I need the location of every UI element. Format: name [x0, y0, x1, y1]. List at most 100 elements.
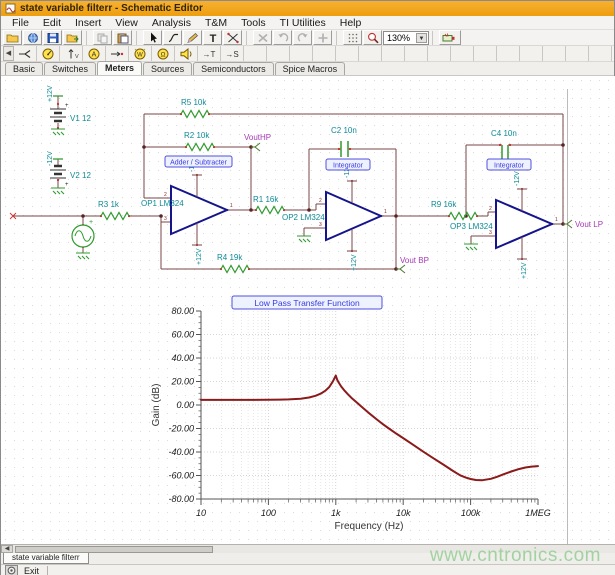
- schematic-editor-window: state variable filterr - Schematic Edito…: [0, 0, 615, 575]
- label-rail-pos: +12V: [47, 85, 54, 102]
- paste-button[interactable]: [113, 30, 132, 45]
- menu-file[interactable]: File: [5, 17, 36, 29]
- tab-switches[interactable]: Switches: [44, 62, 96, 75]
- label-rail-neg: -12V: [47, 151, 54, 166]
- ground-symbols: [51, 129, 478, 259]
- svg-text:2: 2: [489, 206, 492, 212]
- menu-help[interactable]: Help: [333, 17, 369, 29]
- menu-tm[interactable]: T&M: [198, 17, 234, 29]
- transfer-s-button[interactable]: →S: [221, 46, 244, 61]
- draw-tool-button[interactable]: [183, 30, 202, 45]
- voltage-arrow-button[interactable]: V: [60, 46, 83, 61]
- label-vouthp: VoutHP: [244, 133, 271, 142]
- ohmmeter-button[interactable]: Ω: [152, 46, 175, 61]
- resistor-r3: [101, 213, 129, 220]
- voltage-pin-button[interactable]: [14, 46, 37, 61]
- menu-tools[interactable]: Tools: [234, 17, 273, 29]
- menu-insert[interactable]: Insert: [68, 17, 108, 29]
- wattmeter-button[interactable]: W: [129, 46, 152, 61]
- tab-spice-macros[interactable]: Spice Macros: [275, 62, 346, 75]
- svg-text:20.00: 20.00: [170, 377, 194, 387]
- resistor-r4: [221, 266, 249, 273]
- taskbar-app-icon[interactable]: [5, 565, 18, 575]
- terminal-dots: [57, 103, 553, 270]
- opamp-triangles[interactable]: [171, 186, 552, 248]
- tab-semiconductors[interactable]: Semiconductors: [193, 62, 274, 75]
- menu-view[interactable]: View: [108, 17, 145, 29]
- ammeter-button[interactable]: A: [83, 46, 106, 61]
- component-toolbar: ◀ V A W Ω →T →S: [1, 46, 614, 62]
- main-toolbar: T 130% ▼: [1, 30, 614, 46]
- wire-tool-button[interactable]: [163, 30, 182, 45]
- tab-meters[interactable]: Meters: [97, 61, 142, 75]
- resistors[interactable]: [101, 111, 477, 273]
- select-arrow-icon: [146, 32, 160, 44]
- scroll-left-arrow-icon[interactable]: ◀: [1, 545, 13, 553]
- select-tool-button[interactable]: [143, 30, 162, 45]
- window-title: state variable filterr - Schematic Edito…: [20, 3, 203, 14]
- svg-text:V: V: [75, 54, 79, 60]
- export-button[interactable]: [63, 30, 82, 45]
- open-button[interactable]: [3, 30, 22, 45]
- loudspeaker-button[interactable]: [175, 46, 198, 61]
- grid-icon: [346, 32, 360, 44]
- schematic-drawing[interactable]: + + +: [10, 85, 603, 279]
- tab-basic[interactable]: Basic: [5, 62, 43, 75]
- svg-text:1k: 1k: [331, 508, 341, 518]
- empty-cell: [267, 46, 290, 61]
- tab-sources[interactable]: Sources: [143, 62, 192, 75]
- capacitors[interactable]: [341, 141, 508, 161]
- scroll-left-button[interactable]: ◀: [3, 46, 14, 61]
- transfer-t-button[interactable]: →T: [198, 46, 221, 61]
- battery-v1[interactable]: +: [50, 103, 69, 121]
- grid-toggle-button[interactable]: [343, 30, 362, 45]
- block-labels[interactable]: Adder / Subtracter Integrator Integrator: [165, 156, 531, 170]
- exit-button[interactable]: Exit: [24, 566, 39, 575]
- svg-text:1: 1: [555, 217, 558, 223]
- open-icon: [6, 32, 20, 44]
- cross-wire-icon: [226, 32, 240, 44]
- menu-ti-utilities[interactable]: TI Utilities: [273, 17, 333, 29]
- current-arrow-button[interactable]: [106, 46, 129, 61]
- chevron-down-icon[interactable]: ▼: [416, 33, 427, 43]
- sheet-tab[interactable]: state variable filterr: [3, 553, 89, 564]
- cross-wire-button[interactable]: [223, 30, 242, 45]
- svg-text:10k: 10k: [396, 508, 411, 518]
- open-web-button[interactable]: [23, 30, 42, 45]
- copy-button[interactable]: [93, 30, 112, 45]
- label-c2: C2 10n: [331, 126, 357, 135]
- svg-text:2: 2: [164, 192, 167, 198]
- label-v2: V2 12: [70, 171, 91, 180]
- label-r2: R2 10k: [184, 131, 210, 140]
- wires[interactable]: [13, 96, 563, 269]
- svg-text:0.00: 0.00: [176, 400, 194, 410]
- menu-edit[interactable]: Edit: [36, 17, 68, 29]
- empty-cell: [359, 46, 382, 61]
- zoom-level-combo[interactable]: 130% ▼: [383, 31, 429, 45]
- move-icon: [316, 32, 330, 44]
- plus-mark: +: [65, 103, 69, 109]
- menu-analysis[interactable]: Analysis: [145, 17, 198, 29]
- zoom-button[interactable]: [363, 30, 382, 45]
- text-icon: T: [206, 32, 220, 44]
- empty-cell: [520, 46, 543, 61]
- undo-button[interactable]: [273, 30, 292, 45]
- text-tool-button[interactable]: T: [203, 30, 222, 45]
- empty-cell: [313, 46, 336, 61]
- schematic-canvas[interactable]: + + +: [1, 76, 615, 544]
- battery-v2[interactable]: +: [50, 166, 69, 188]
- move-button[interactable]: [313, 30, 332, 45]
- voltmeter-icon: [40, 48, 56, 60]
- voltmeter-button[interactable]: [37, 46, 60, 61]
- ohmmeter-icon: Ω: [155, 48, 171, 60]
- battery-component-button[interactable]: [439, 30, 461, 45]
- svg-text:A: A: [92, 51, 97, 58]
- toolbar-separator: [86, 31, 90, 45]
- delete-button[interactable]: [253, 30, 272, 45]
- empty-cell: [566, 46, 589, 61]
- save-button[interactable]: [43, 30, 62, 45]
- save-icon: [46, 32, 60, 44]
- output-pin-hp: [251, 143, 260, 151]
- scrollbar-thumb[interactable]: [15, 546, 213, 553]
- redo-button[interactable]: [293, 30, 312, 45]
